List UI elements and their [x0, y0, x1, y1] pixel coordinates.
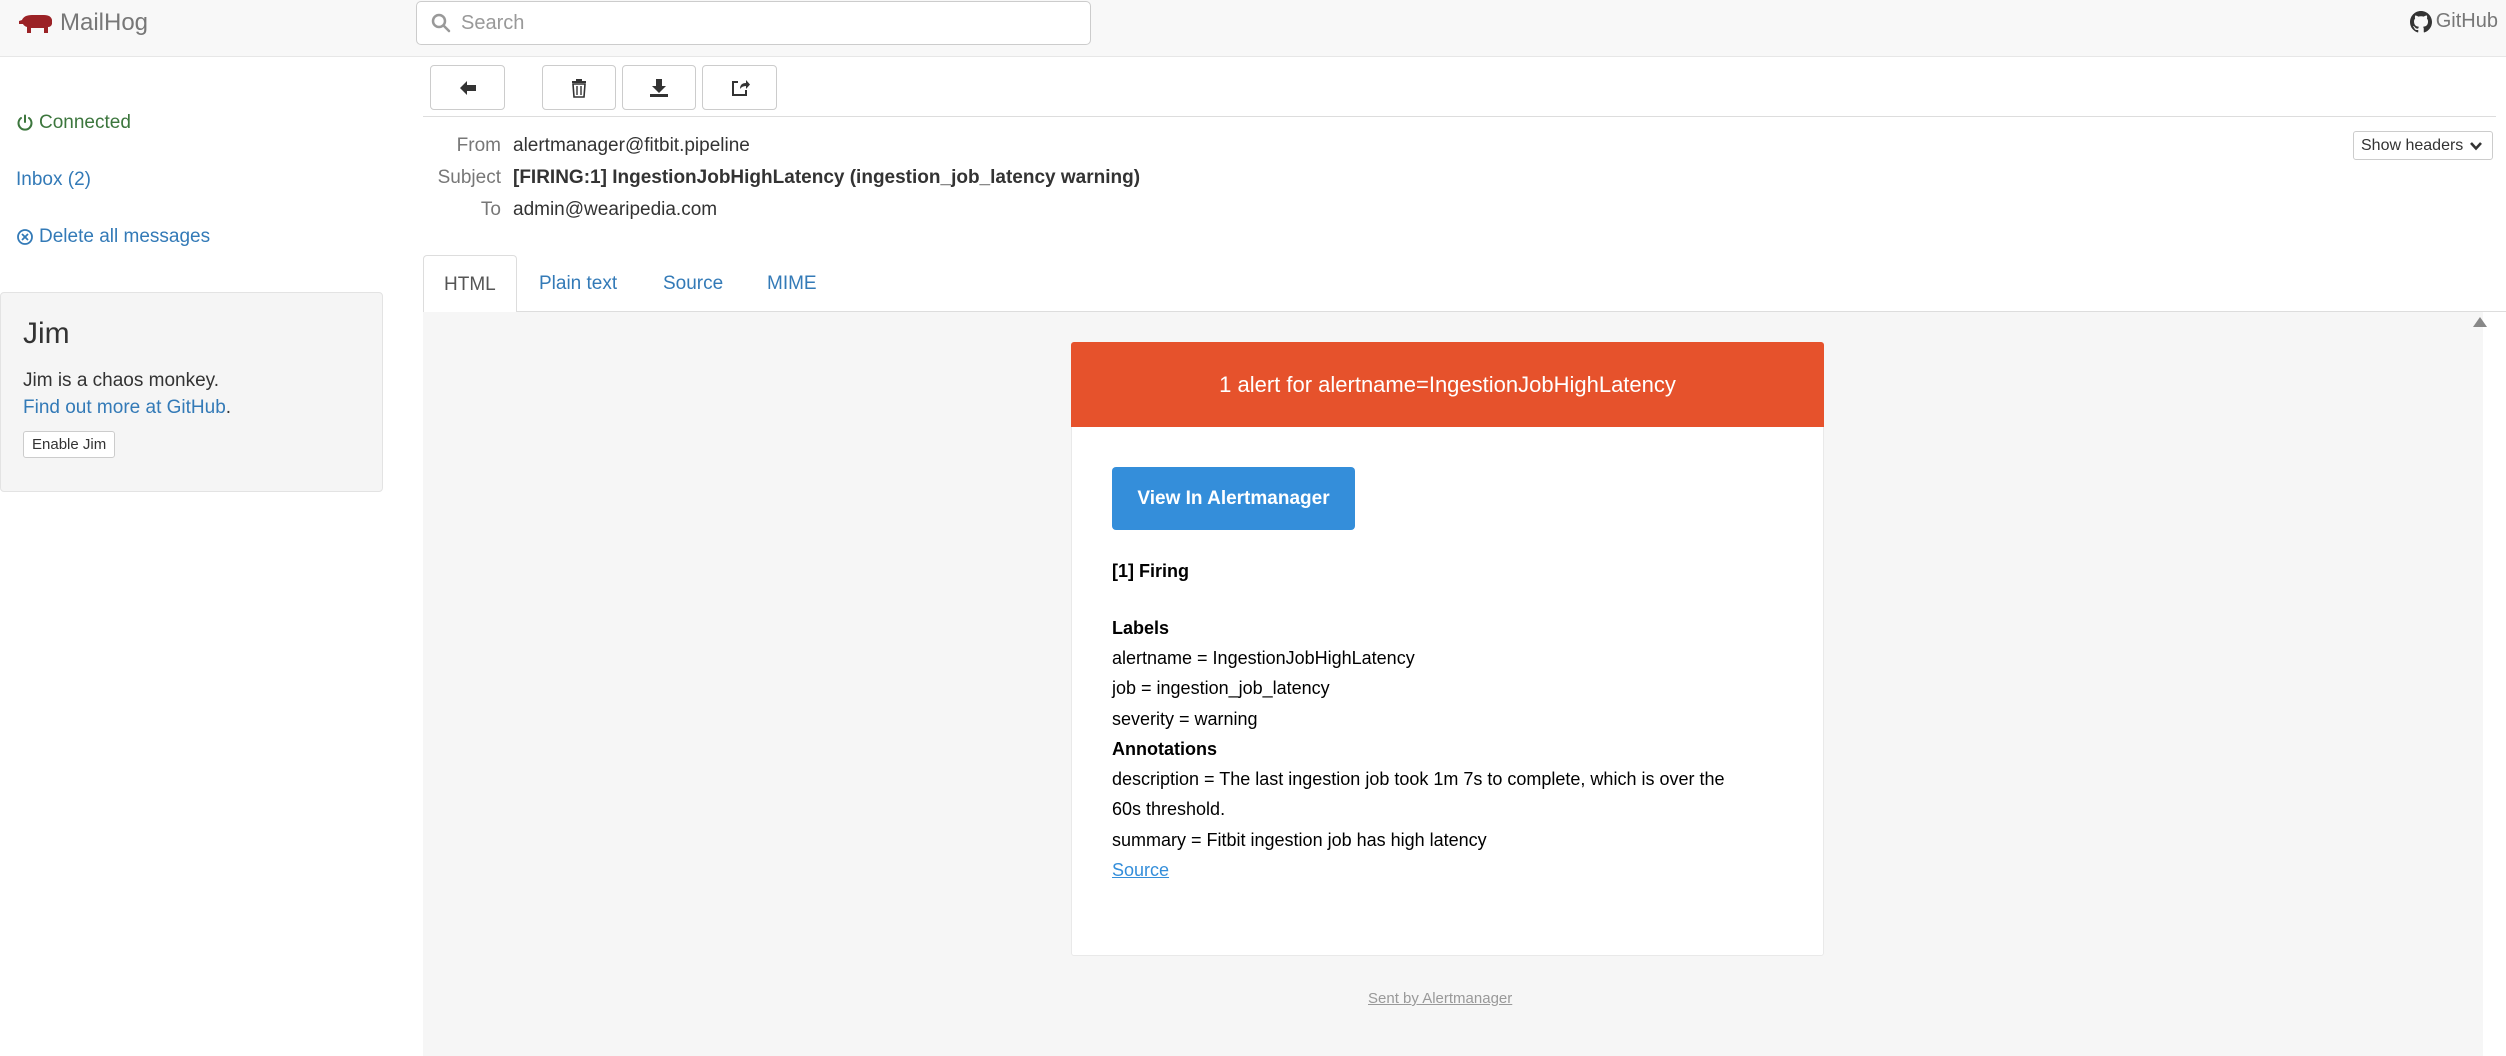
label-alertname: alertname = IngestionJobHighLatency	[1112, 648, 1415, 668]
subject-row: Subject [FIRING:1] IngestionJobHighLaten…	[423, 167, 1140, 189]
jim-panel: Jim Jim is a chaos monkey. Find out more…	[0, 292, 383, 492]
label-severity: severity = warning	[1112, 709, 1258, 729]
from-label: From	[456, 135, 501, 156]
connected-label: Connected	[39, 112, 131, 133]
circle-x-icon	[17, 229, 33, 245]
github-link[interactable]: GitHub	[2409, 10, 2498, 33]
tab-mime[interactable]: MIME	[747, 255, 837, 312]
show-headers-label: Show headers	[2361, 136, 2464, 154]
delete-all-label: Delete all messages	[39, 226, 211, 247]
view-in-alertmanager-button[interactable]: View In Alertmanager	[1112, 467, 1355, 530]
jim-title: Jim	[23, 317, 70, 350]
to-label: To	[480, 199, 501, 220]
download-icon	[650, 78, 668, 97]
share-icon	[731, 79, 750, 96]
message-tabs: HTML Plain text Source MIME	[423, 255, 2506, 313]
annotation-description-line2: 60s threshold.	[1112, 799, 1226, 819]
tab-plain-text[interactable]: Plain text	[519, 255, 637, 312]
brand-name: MailHog	[60, 9, 149, 36]
back-button[interactable]	[430, 65, 505, 110]
search-icon	[431, 13, 451, 33]
show-headers-button[interactable]: Show headers	[2353, 131, 2493, 160]
search-input[interactable]	[461, 11, 1061, 35]
pig-logo-icon	[19, 15, 52, 33]
source-link[interactable]: Source	[1112, 860, 1169, 881]
jim-period: .	[225, 397, 232, 418]
enable-jim-button[interactable]: Enable Jim	[23, 431, 116, 458]
alert-header: 1 alert for alertname=IngestionJobHighLa…	[1071, 342, 1824, 427]
sidebar-item-inbox[interactable]: Inbox (2)	[16, 169, 91, 191]
power-icon	[17, 114, 33, 131]
jim-description-text: Jim is a chaos monkey.	[23, 370, 220, 391]
subject-value: [FIRING:1] IngestionJobHighLatency (inge…	[513, 167, 1141, 188]
download-button[interactable]	[622, 65, 696, 110]
jim-description: Jim is a chaos monkey. Find out more at …	[23, 367, 360, 421]
github-icon	[2409, 10, 2432, 32]
inbox-label: Inbox (2)	[16, 169, 91, 190]
search-box[interactable]	[416, 1, 1091, 45]
trash-icon	[572, 78, 586, 98]
sent-by-link[interactable]: Sent by Alertmanager	[1368, 990, 1512, 1007]
firing-heading: [1] Firing	[1112, 561, 1189, 581]
from-row: From alertmanager@fitbit.pipeline	[423, 135, 750, 157]
delete-all-messages-link[interactable]: Delete all messages	[16, 226, 210, 248]
chevron-down-icon	[2470, 141, 2483, 150]
scroll-up-arrow-icon[interactable]	[2473, 317, 2487, 327]
annotation-summary: summary = Fitbit ingestion job has high …	[1112, 830, 1487, 850]
to-row: To admin@wearipedia.com	[423, 199, 717, 221]
github-label: GitHub	[2435, 10, 2498, 32]
release-button[interactable]	[702, 65, 777, 110]
annotation-description-line1: description = The last ingestion job too…	[1112, 769, 1725, 789]
arrow-left-icon	[459, 80, 476, 95]
subject-label: Subject	[437, 167, 501, 188]
from-value: alertmanager@fitbit.pipeline	[513, 135, 750, 156]
navbar: MailHog GitHub	[0, 0, 2506, 57]
labels-heading: Labels	[1112, 618, 1170, 638]
tab-html[interactable]: HTML	[423, 255, 517, 313]
brand[interactable]: MailHog	[18, 8, 148, 38]
label-job: job = ingestion_job_latency	[1112, 678, 1330, 698]
to-value: admin@wearipedia.com	[513, 199, 718, 220]
connection-status: Connected	[16, 112, 131, 134]
delete-message-button[interactable]	[542, 65, 616, 110]
tab-source[interactable]: Source	[643, 255, 743, 312]
annotations-heading: Annotations	[1112, 739, 1217, 759]
jim-github-link[interactable]: Find out more at GitHub	[23, 397, 226, 418]
toolbar-divider	[423, 116, 2496, 117]
